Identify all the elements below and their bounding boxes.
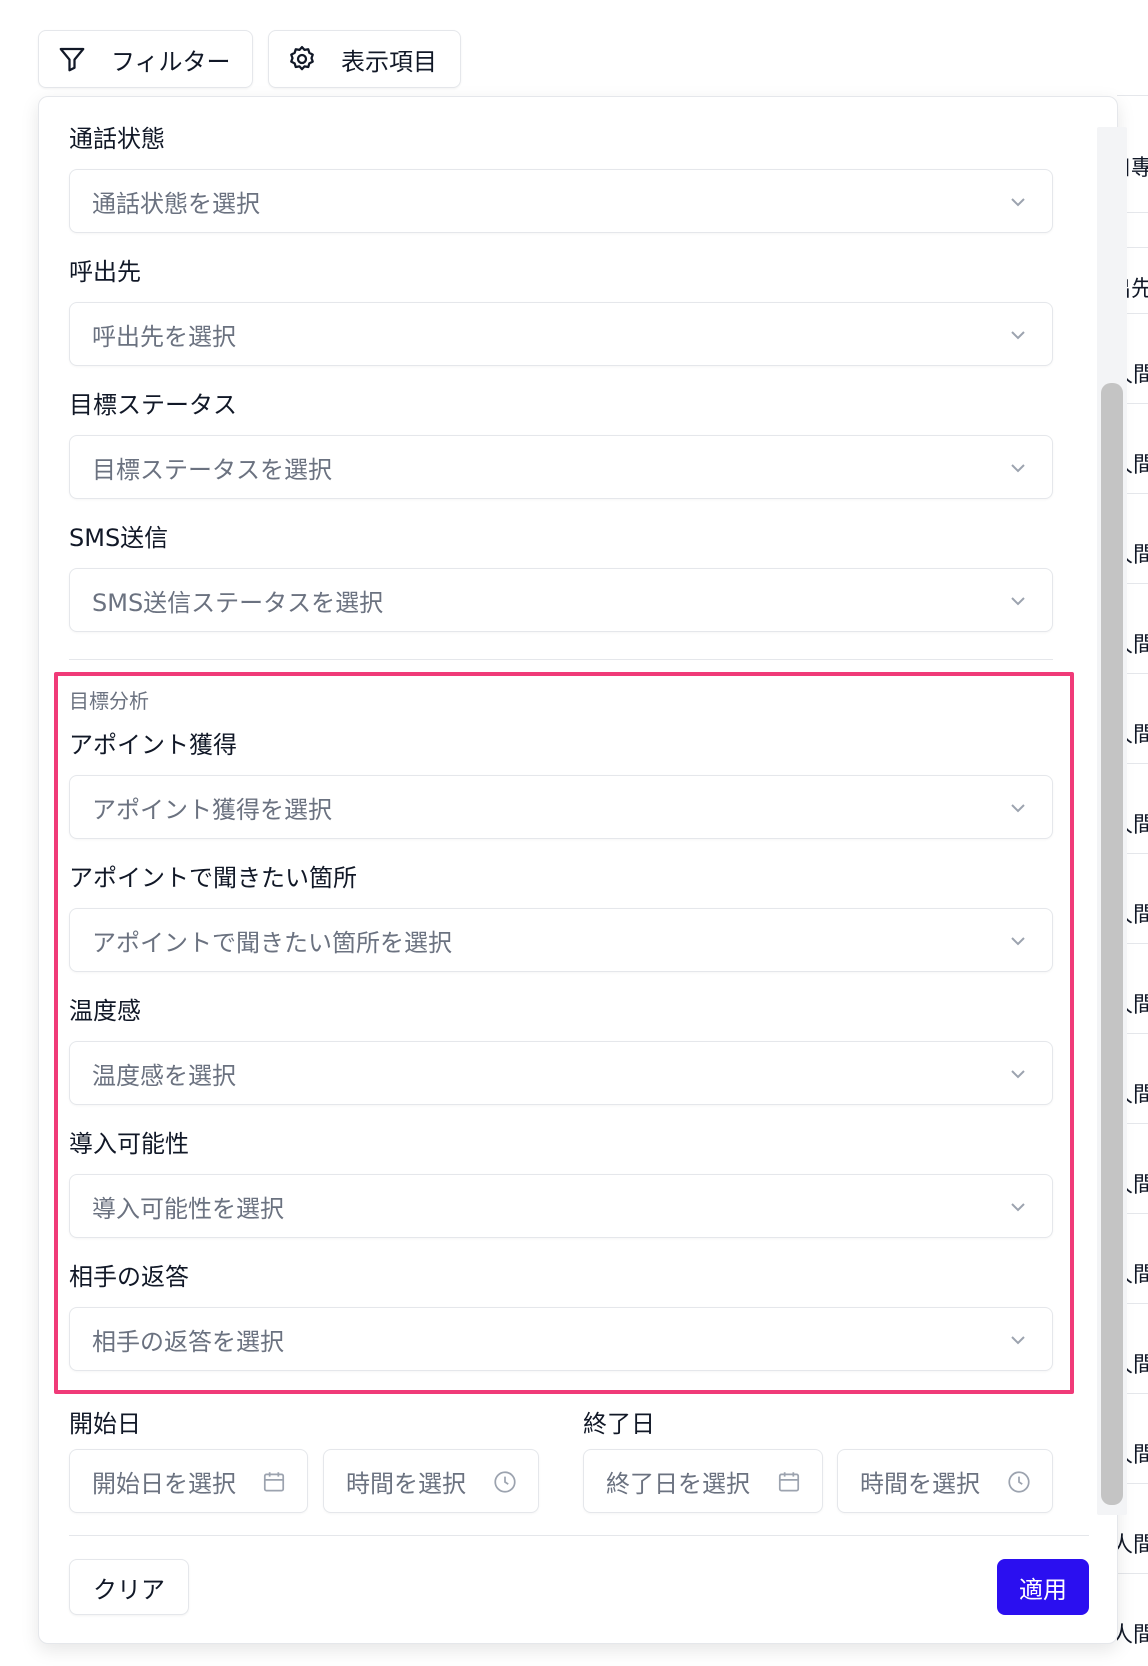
- filter-button-label: フィルター: [111, 47, 231, 76]
- end-time-placeholder: 時間を選択: [860, 1469, 980, 1498]
- chevron-down-icon: [1011, 198, 1025, 207]
- chevron-down-icon: [1011, 937, 1025, 946]
- footer-divider: [69, 1535, 1089, 1536]
- appointment-question-select[interactable]: アポイントで聞きたい箇所を選択: [69, 908, 1053, 972]
- table-cell: 人間: [1117, 1623, 1148, 1648]
- call-status-placeholder: 通話状態を選択: [92, 189, 260, 218]
- sms-select[interactable]: SMS送信ステータスを選択: [69, 568, 1053, 632]
- filter-button[interactable]: フィルター: [38, 30, 253, 88]
- filter-panel: 通話状態 通話状態を選択 呼出先 呼出先を選択 目標ステータス 目標ステータスを…: [38, 96, 1127, 1644]
- end-date-picker[interactable]: 終了日を選択: [583, 1449, 823, 1513]
- columns-button[interactable]: 表示項目: [268, 30, 461, 88]
- response-select[interactable]: 相手の返答を選択: [69, 1307, 1053, 1371]
- call-status-label: 通話状態: [69, 125, 165, 153]
- destination-label: 呼出先: [69, 258, 141, 286]
- call-status-select[interactable]: 通話状態を選択: [69, 169, 1053, 233]
- temperature-label: 温度感: [69, 997, 141, 1025]
- chevron-down-icon: [1011, 1070, 1025, 1079]
- temperature-placeholder: 温度感を選択: [92, 1061, 236, 1090]
- start-time-picker[interactable]: 時間を選択: [323, 1449, 539, 1513]
- gear-icon: [290, 46, 314, 71]
- chevron-down-icon: [1011, 1203, 1025, 1212]
- scrollbar-thumb[interactable]: [1101, 383, 1123, 1505]
- start-date-placeholder: 開始日を選択: [92, 1469, 236, 1498]
- chevron-down-icon: [1011, 464, 1025, 473]
- chevron-down-icon: [1011, 804, 1025, 813]
- start-date-label: 開始日: [69, 1410, 141, 1438]
- appointment-question-label: アポイントで聞きたい箇所: [69, 864, 357, 892]
- response-placeholder: 相手の返答を選択: [92, 1327, 284, 1356]
- temperature-select[interactable]: 温度感を選択: [69, 1041, 1053, 1105]
- section-divider: [69, 659, 1053, 660]
- response-label: 相手の返答: [69, 1263, 189, 1291]
- goal-status-label: 目標ステータス: [69, 391, 237, 419]
- adoption-select[interactable]: 導入可能性を選択: [69, 1174, 1053, 1238]
- start-time-placeholder: 時間を選択: [346, 1469, 466, 1498]
- table-cell: 人間: [1117, 1533, 1148, 1558]
- clear-button[interactable]: クリア: [69, 1559, 189, 1615]
- appointment-question-placeholder: アポイントで聞きたい箇所を選択: [92, 928, 452, 957]
- sms-label: SMS送信: [69, 524, 169, 552]
- clock-icon: [494, 1471, 516, 1493]
- end-date-label: 終了日: [583, 1410, 655, 1438]
- end-time-picker[interactable]: 時間を選択: [837, 1449, 1053, 1513]
- calendar-icon: [778, 1472, 800, 1492]
- filter-icon: [59, 47, 85, 72]
- sms-placeholder: SMS送信ステータスを選択: [92, 588, 384, 617]
- goal-status-placeholder: 目標ステータスを選択: [92, 455, 332, 484]
- apply-button[interactable]: 適用: [997, 1559, 1089, 1615]
- goal-analysis-title: 目標分析: [69, 689, 149, 713]
- goal-status-select[interactable]: 目標ステータスを選択: [69, 435, 1053, 499]
- adoption-label: 導入可能性: [69, 1130, 189, 1158]
- destination-placeholder: 呼出先を選択: [92, 322, 236, 351]
- clock-icon: [1008, 1471, 1030, 1493]
- start-date-picker[interactable]: 開始日を選択: [69, 1449, 308, 1513]
- chevron-down-icon: [1011, 1336, 1025, 1345]
- end-date-placeholder: 終了日を選択: [606, 1469, 750, 1498]
- appointment-placeholder: アポイント獲得を選択: [92, 795, 332, 824]
- calendar-icon: [263, 1472, 285, 1492]
- columns-button-label: 表示項目: [341, 47, 437, 76]
- chevron-down-icon: [1011, 597, 1025, 606]
- chevron-down-icon: [1011, 331, 1025, 340]
- appointment-select[interactable]: アポイント獲得を選択: [69, 775, 1053, 839]
- appointment-label: アポイント獲得: [69, 731, 237, 759]
- adoption-placeholder: 導入可能性を選択: [92, 1194, 284, 1223]
- destination-select[interactable]: 呼出先を選択: [69, 302, 1053, 366]
